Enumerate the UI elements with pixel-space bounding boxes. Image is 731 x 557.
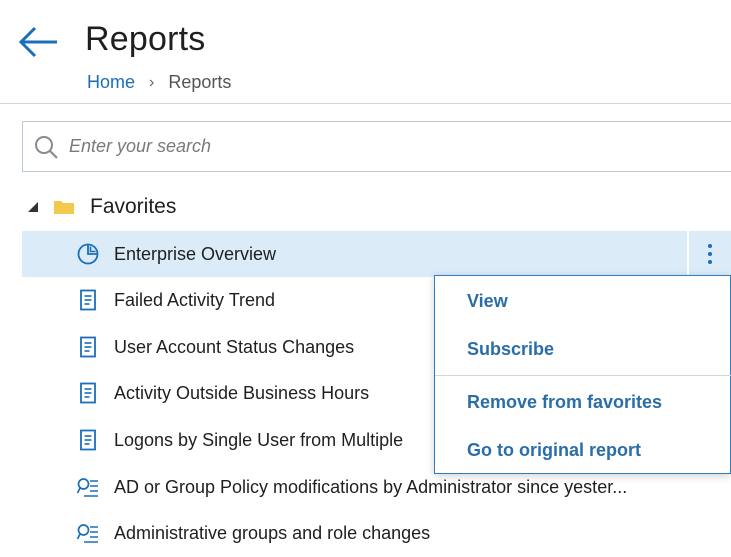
- back-arrow-icon: [18, 26, 57, 58]
- breadcrumb-home-link[interactable]: Home: [87, 72, 135, 93]
- more-dot-icon: [708, 252, 712, 256]
- search-box: [22, 121, 731, 172]
- search-icon: [35, 136, 58, 159]
- tree-item-label: Administrative groups and role changes: [114, 523, 431, 543]
- tree-item-administrative-groups-role-changes[interactable]: Administrative groups and role changes: [22, 510, 731, 556]
- breadcrumb-current: Reports: [168, 72, 232, 92]
- folder-icon: [54, 201, 74, 214]
- menu-divider: [435, 375, 731, 376]
- search-report-icon: [76, 524, 98, 543]
- report-document-icon: [80, 336, 96, 358]
- search-report-icon: [76, 478, 98, 497]
- tree-item-label: Logons by Single User from Multiple: [114, 430, 404, 450]
- report-document-icon: [80, 289, 96, 311]
- report-document-icon: [80, 429, 96, 451]
- breadcrumb-separator-icon: ›: [149, 73, 155, 91]
- menu-item-view[interactable]: View: [467, 291, 508, 312]
- pie-chart-icon: [77, 243, 99, 265]
- tree-item-label: Activity Outside Business Hours: [114, 383, 370, 403]
- page-title: Reports: [85, 20, 206, 58]
- favorites-group-label: Favorites: [90, 195, 177, 218]
- tree-item-label: Failed Activity Trend: [114, 290, 276, 310]
- more-dot-icon: [708, 244, 712, 248]
- tree-item-enterprise-overview[interactable]: Enterprise Overview: [22, 231, 731, 277]
- menu-item-remove-from-favorites[interactable]: Remove from favorites: [467, 392, 662, 413]
- more-options-button[interactable]: [687, 231, 731, 277]
- search-input[interactable]: [69, 122, 729, 171]
- context-menu: View Subscribe Remove from favorites Go …: [434, 275, 731, 474]
- menu-item-subscribe[interactable]: Subscribe: [467, 339, 554, 360]
- breadcrumb: Home › Reports: [87, 72, 231, 93]
- tree-item-label: Enterprise Overview: [114, 244, 277, 264]
- back-button[interactable]: [18, 24, 60, 60]
- menu-item-go-to-original-report[interactable]: Go to original report: [467, 440, 641, 461]
- page-header: Reports Home › Reports: [0, 0, 731, 104]
- favorites-group-header[interactable]: Favorites: [24, 192, 176, 222]
- more-dot-icon: [708, 260, 712, 264]
- expand-triangle-icon[interactable]: [28, 202, 38, 212]
- tree-item-label: User Account Status Changes: [114, 337, 355, 357]
- report-document-icon: [80, 382, 96, 404]
